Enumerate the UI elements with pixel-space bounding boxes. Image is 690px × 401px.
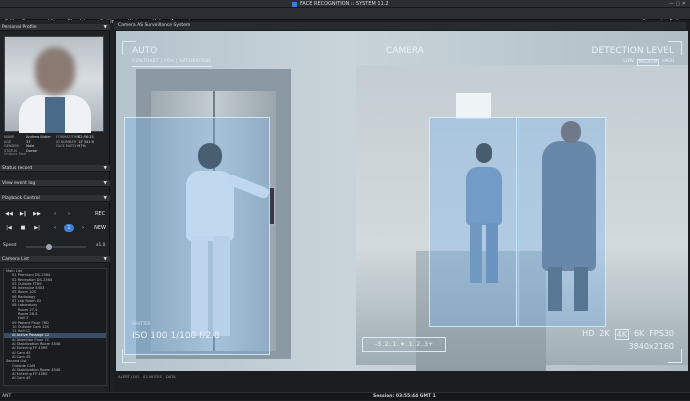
personal-profile-header[interactable]: Personal Profile ▼ [0, 24, 110, 31]
play-pause-button[interactable]: ▶‖ [18, 210, 28, 218]
resolution-modes: HD 2K 4K 6K FPS30 [582, 329, 674, 340]
field-value: Doctor [26, 148, 38, 153]
detection-level-low[interactable]: LOW [623, 59, 633, 66]
personal-profile-title: Personal Profile [2, 25, 37, 30]
chevron-down-icon[interactable]: ▼ [104, 180, 107, 187]
field-value: 33 [26, 139, 31, 144]
speed-slider-handle[interactable] [46, 244, 52, 250]
resolution-readout: 3840x2160 [628, 342, 674, 351]
speed-label: Speed [3, 243, 17, 248]
camera-tree: Main List 01 Premium DS-2564 02 Reception … [3, 268, 107, 386]
corridor-end-light [456, 93, 491, 119]
resolution-4k[interactable]: 4K [614, 329, 629, 340]
detection-box-patient[interactable] [516, 117, 606, 327]
chevron-down-icon[interactable]: ▼ [104, 195, 107, 202]
camera-tree-item[interactable]: AI Cam 45 [4, 376, 106, 380]
status-record-label: Status record [2, 166, 33, 171]
prev-button[interactable]: ‹ [50, 224, 60, 232]
bottom-tab[interactable]: DATA [166, 374, 176, 379]
fast-forward-button[interactable]: ▶▶ [32, 210, 42, 218]
camera-window-title: Camera AS Surveillance System [114, 22, 686, 30]
status-bar: ANT Session: 03:55:44 GMT 1 [0, 392, 690, 400]
resolution-hd[interactable]: HD [582, 329, 594, 340]
iso-small-label: SHUTTER [132, 321, 151, 326]
field-value: Male [26, 144, 35, 148]
new-button[interactable]: NEW [92, 224, 108, 232]
step-forward-button[interactable]: › [64, 210, 74, 218]
detection-level-label: DETECTION LEVEL [591, 46, 674, 56]
mode-labels[interactable]: CONTRAST | FOV | SATURATION [132, 59, 211, 64]
camera-feed[interactable]: AUTO CONTRAST | FOV | SATURATION CAMERA … [116, 31, 688, 371]
next-button[interactable]: › [78, 224, 88, 232]
profile-fields-left: NAME Andrew Butler AGE 33 GENDER Male STATUS Do… [4, 135, 59, 153]
last-frame-button[interactable]: ▶| [32, 224, 42, 232]
step-back-button[interactable]: ‹ [50, 210, 60, 218]
marker-button[interactable]: 1 [64, 224, 74, 232]
field-value: 02:56:25 [78, 135, 94, 139]
status-record-row[interactable]: Status record ▼ [0, 165, 110, 172]
field-value: Andrew Butler [26, 135, 51, 139]
iso-readout: ISO 100 1/100 f/2.8 [132, 331, 220, 341]
blurred-face [35, 47, 75, 95]
detection-level-high[interactable]: HIGH [662, 59, 674, 66]
camera-list-title: Camera List [2, 257, 29, 262]
exposure-scale[interactable]: -3..2..1..✦..1..2..3+ [362, 337, 446, 352]
chevron-down-icon[interactable]: ▼ [104, 256, 107, 263]
resolution-6k[interactable]: 6K [634, 329, 644, 340]
profile-field: FACE MATCH97% [56, 144, 108, 149]
bottom-tab[interactable]: ALERT LOG [118, 374, 139, 379]
app-logo-icon [292, 1, 297, 7]
hud-corner-br [668, 349, 682, 363]
bottom-tabs: ALERT LOG 02 NOTES DATA [118, 374, 176, 379]
resolution-2k[interactable]: 2K [599, 329, 609, 340]
playback-title: Playback Control [2, 196, 40, 201]
detection-level-medium[interactable]: MEDIUM [636, 59, 660, 66]
field-value: 97% [78, 144, 86, 148]
chevron-down-icon[interactable]: ▼ [104, 24, 107, 31]
camera-list-header[interactable]: Camera List ▼ [0, 256, 110, 263]
first-frame-button[interactable]: |◀ [4, 224, 14, 232]
stop-button[interactable]: ■ [18, 224, 28, 232]
photo-shirt [45, 97, 65, 133]
profile-fields-right: FORMAT/TIME02:56:25 ID NUMBER 1Z 341 8 FACE… [56, 135, 108, 149]
playback-header[interactable]: Playback Control ▼ [0, 195, 110, 202]
event-log-row[interactable]: View event log ▼ [0, 180, 110, 187]
speed-slider[interactable] [26, 244, 86, 250]
title-bar: FACE RECOGNITION :: SYSTEM 11.2 — ▢ ✕ [0, 0, 690, 8]
event-log-label: View event log [2, 181, 36, 186]
mode-underline [132, 66, 212, 67]
bottom-tab[interactable]: 02 NOTES [143, 374, 162, 379]
field-value: 1Z 341 8 [78, 139, 94, 144]
menu-bar: EditCameraViewCheck LogSettingsHistoryHe… [0, 8, 690, 25]
auto-label: AUTO [132, 46, 158, 56]
rewind-button[interactable]: ◀◀ [4, 210, 14, 218]
hud-corner-bl [122, 349, 136, 363]
detection-box-doctor[interactable] [124, 117, 270, 355]
fps-readout: FPS30 [649, 329, 674, 338]
detection-box-nurse[interactable] [429, 117, 519, 327]
undone-text: Undone Med [4, 152, 27, 156]
detection-level-options: LOW MEDIUM HIGH [623, 59, 674, 66]
window-title: FACE RECOGNITION :: SYSTEM 11.2 [300, 1, 389, 7]
profile-photo [4, 36, 104, 133]
speed-value: x1.0 [96, 243, 106, 248]
camera-label: CAMERA [386, 46, 424, 56]
rec-button[interactable]: REC [92, 210, 108, 218]
window-controls[interactable]: — ▢ ✕ [669, 0, 686, 8]
field-key: FACE MATCH [56, 144, 78, 148]
chevron-down-icon[interactable]: ▼ [104, 165, 107, 172]
